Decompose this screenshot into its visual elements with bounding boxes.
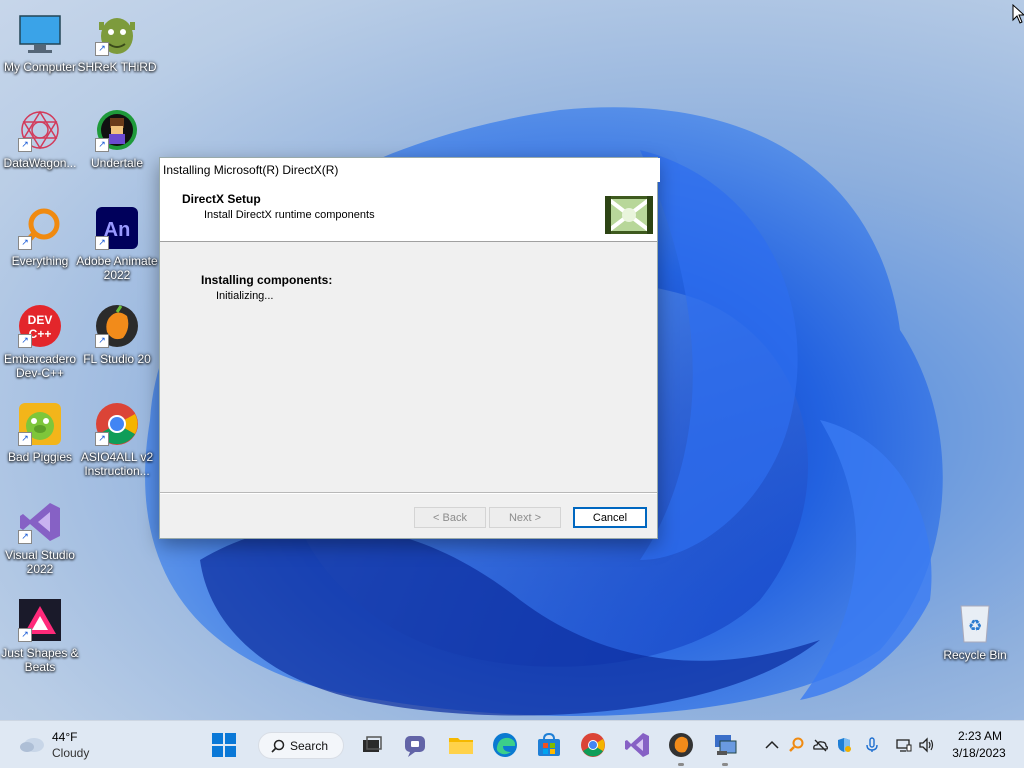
- svg-text:C++: C++: [29, 327, 52, 341]
- chrome-icon: ↗: [95, 402, 139, 446]
- undertale-icon: ↗: [95, 108, 139, 152]
- divider: [160, 492, 657, 494]
- dialog-title: Installing Microsoft(R) DirectX(R): [160, 158, 660, 182]
- shortcut-arrow-icon: ↗: [18, 138, 32, 152]
- next-button[interactable]: Next >: [489, 507, 561, 528]
- desktop-icon-visual-studio[interactable]: ↗ Visual Studio 2022: [0, 496, 80, 582]
- chrome-icon[interactable]: [579, 731, 607, 759]
- shortcut-arrow-icon: ↗: [95, 334, 109, 348]
- microphone-icon[interactable]: [864, 737, 880, 753]
- just-shapes-beats-icon: ↗: [18, 598, 62, 642]
- running-indicator: [678, 763, 684, 766]
- search-icon: [271, 739, 285, 753]
- desktop-icon-recycle-bin[interactable]: ♻ Recycle Bin: [935, 596, 1015, 682]
- edge-icon[interactable]: [491, 731, 519, 759]
- desktop-icon-dev-cpp[interactable]: DEV C++ ↗ Embarcadero Dev-C++: [0, 300, 80, 386]
- shortcut-arrow-icon: ↗: [18, 530, 32, 544]
- desktop-icon-label: My Computer: [3, 60, 77, 74]
- svg-text:♻: ♻: [968, 616, 982, 635]
- clock-time[interactable]: 2:23 AM: [950, 729, 1010, 743]
- directx-setup-icon[interactable]: [711, 731, 739, 759]
- cancel-button[interactable]: Cancel: [573, 507, 647, 528]
- desktop-icon-bad-piggies[interactable]: ↗ Bad Piggies: [0, 398, 80, 484]
- running-indicator: [722, 763, 728, 766]
- recycle-bin-icon: ♻: [953, 600, 997, 644]
- start-icon[interactable]: [210, 731, 238, 759]
- status-detail: Initializing...: [216, 290, 274, 302]
- weather-widget[interactable]: 44°F Cloudy: [10, 721, 120, 768]
- shortcut-arrow-icon: ↗: [95, 236, 109, 250]
- search-label: Search: [290, 739, 329, 753]
- desktop-icon-just-shapes-beats[interactable]: ↗ Just Shapes & Beats: [0, 594, 80, 680]
- desktop-icon-label: DataWagon...: [3, 156, 77, 170]
- desktop-icon-datawagon[interactable]: ↗ DataWagon...: [0, 104, 80, 190]
- network-icon[interactable]: [896, 737, 912, 753]
- shortcut-arrow-icon: ↗: [18, 334, 32, 348]
- desktop-icon-label: FL Studio 20: [83, 352, 151, 366]
- everything-icon: ↗: [18, 206, 62, 250]
- file-explorer-icon[interactable]: [447, 731, 475, 759]
- desktop-icon-label: Adobe Animate 2022: [76, 254, 158, 282]
- status-label: Installing components:: [201, 273, 333, 287]
- volume-icon[interactable]: [918, 737, 934, 753]
- everything-tray-icon[interactable]: [788, 737, 804, 753]
- shrek-icon: ↗: [95, 12, 139, 56]
- shortcut-arrow-icon: ↗: [18, 432, 32, 446]
- store-icon[interactable]: [535, 731, 563, 759]
- svg-text:DEV: DEV: [28, 313, 53, 327]
- directx-setup-dialog: Installing Microsoft(R) DirectX(R) Direc…: [159, 157, 660, 539]
- desktop-icon-my-computer[interactable]: My Computer: [0, 8, 80, 94]
- desktop-icon-label: ASIO4ALL v2 Instruction...: [80, 450, 154, 478]
- desktop: My Computer ↗ SHReK THiRD ↗ DataWagon...…: [0, 0, 1024, 720]
- weather-temp: 44°F: [52, 730, 78, 744]
- task-view-icon[interactable]: [358, 731, 386, 759]
- bad-piggies-icon: ↗: [18, 402, 62, 446]
- desktop-icon-label: Visual Studio 2022: [5, 548, 75, 576]
- desktop-icon-label: Undertale: [90, 156, 144, 170]
- desktop-icon-shrek-third[interactable]: ↗ SHReK THiRD: [77, 8, 157, 94]
- teams-chat-icon[interactable]: [402, 731, 430, 759]
- desktop-icon-label: Just Shapes & Beats: [1, 646, 79, 674]
- desktop-icon-label: SHReK THiRD: [77, 60, 157, 74]
- taskbar: 44°F Cloudy Search 2:23 AM 3/18/2023: [0, 720, 1024, 768]
- defender-icon[interactable]: [836, 737, 852, 753]
- dialog-header: DirectX Setup Install DirectX runtime co…: [160, 182, 657, 242]
- desktop-icon-asio4all[interactable]: ↗ ASIO4ALL v2 Instruction...: [77, 398, 157, 484]
- datawagon-icon: ↗: [18, 108, 62, 152]
- visual-studio-icon[interactable]: [623, 731, 651, 759]
- fl-studio-icon: ↗: [95, 304, 139, 348]
- shortcut-arrow-icon: ↗: [95, 42, 109, 56]
- clock-date[interactable]: 3/18/2023: [944, 746, 1014, 760]
- desktop-icon-fl-studio[interactable]: ↗ FL Studio 20: [77, 300, 157, 386]
- shortcut-arrow-icon: ↗: [18, 628, 32, 642]
- cloud-icon: [18, 734, 46, 754]
- visual-studio-icon: ↗: [18, 500, 62, 544]
- onedrive-icon[interactable]: [812, 737, 828, 753]
- desktop-icon-label: Embarcadero Dev-C++: [3, 352, 77, 380]
- shortcut-arrow-icon: ↗: [18, 236, 32, 250]
- dev-cpp-icon: DEV C++ ↗: [18, 304, 62, 348]
- mouse-cursor-icon: [1012, 3, 1024, 24]
- fl-studio-icon[interactable]: [667, 731, 695, 759]
- back-button[interactable]: < Back: [414, 507, 486, 528]
- desktop-icon-label: Everything: [11, 254, 69, 268]
- shortcut-arrow-icon: ↗: [95, 138, 109, 152]
- search-button[interactable]: Search: [258, 732, 344, 759]
- monitor-icon: [18, 12, 62, 56]
- desktop-icon-adobe-animate[interactable]: An ↗ Adobe Animate 2022: [76, 202, 158, 288]
- desktop-icon-undertale[interactable]: ↗ Undertale: [77, 104, 157, 190]
- header-subtitle: Install DirectX runtime components: [204, 209, 375, 221]
- desktop-icon-everything[interactable]: ↗ Everything: [0, 202, 80, 288]
- adobe-animate-icon: An ↗: [95, 206, 139, 250]
- shortcut-arrow-icon: ↗: [95, 432, 109, 446]
- header-title: DirectX Setup: [182, 192, 261, 206]
- desktop-icon-label: Recycle Bin: [943, 648, 1007, 662]
- chevron-up-icon[interactable]: [764, 737, 780, 753]
- directx-logo-icon: [605, 196, 653, 234]
- desktop-icon-label: Bad Piggies: [7, 450, 73, 464]
- weather-desc: Cloudy: [52, 746, 90, 760]
